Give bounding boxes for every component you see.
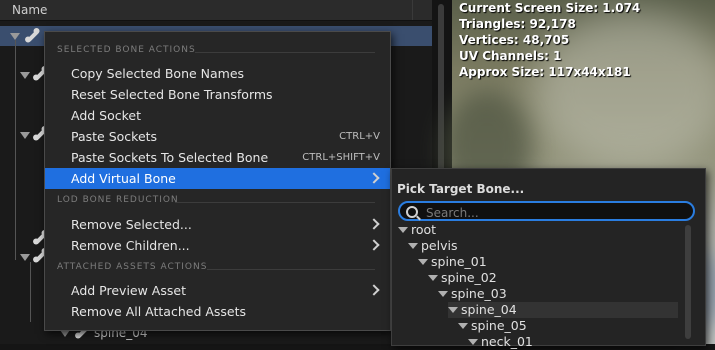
menu-item-paste-sockets[interactable]: Paste Sockets CTRL+V bbox=[45, 126, 390, 147]
bone-row-root[interactable]: root bbox=[398, 222, 678, 238]
menu-item-add-virtual-bone[interactable]: Add Virtual Bone bbox=[45, 168, 390, 189]
stat-screen-size: Current Screen Size: 1.074 bbox=[459, 1, 641, 15]
expand-arrow-icon[interactable] bbox=[20, 132, 30, 139]
stat-uv-channels: UV Channels: 1 bbox=[459, 49, 562, 63]
menu-item-copy-bone-names[interactable]: Copy Selected Bone Names bbox=[45, 63, 390, 84]
expand-arrow-icon[interactable] bbox=[448, 307, 458, 313]
shortcut-label: CTRL+V bbox=[339, 131, 380, 142]
expand-arrow-icon[interactable] bbox=[428, 275, 438, 281]
tree-guide-line bbox=[30, 262, 31, 322]
expand-arrow-icon[interactable] bbox=[418, 259, 428, 265]
submenu-arrow-icon bbox=[368, 284, 380, 296]
stat-approx-size: Approx Size: 117x44x181 bbox=[459, 65, 631, 79]
submenu-arrow-icon bbox=[368, 218, 380, 230]
section-header-selected-bone-actions: SELECTED BONE ACTIONS bbox=[57, 45, 375, 59]
menu-item-add-socket[interactable]: Add Socket bbox=[45, 105, 390, 126]
stat-triangles: Triangles: 92,178 bbox=[459, 17, 576, 31]
expand-arrow-icon[interactable] bbox=[458, 323, 468, 329]
bone-search-box[interactable] bbox=[398, 201, 695, 221]
submenu-arrow-icon bbox=[368, 172, 380, 184]
tree-column-header[interactable]: Name bbox=[0, 0, 432, 21]
menu-item-paste-sockets-to-bone[interactable]: Paste Sockets To Selected Bone CTRL+SHIF… bbox=[45, 147, 390, 168]
bone-icon bbox=[26, 29, 40, 43]
menu-item-reset-bone-transforms[interactable]: Reset Selected Bone Transforms bbox=[45, 84, 390, 105]
menu-item-remove-children[interactable]: Remove Children... bbox=[45, 235, 390, 256]
mesh-stats-overlay: Current Screen Size: 1.074 Triangles: 92… bbox=[459, 0, 640, 80]
tree-guide-line bbox=[15, 40, 16, 260]
bone-row-neck-01[interactable]: neck_01 bbox=[468, 334, 678, 350]
bone-row-spine-01[interactable]: spine_01 bbox=[418, 254, 678, 270]
expand-arrow-icon[interactable] bbox=[20, 72, 30, 79]
menu-item-remove-attached-assets[interactable]: Remove All Attached Assets bbox=[45, 301, 390, 322]
search-icon bbox=[406, 206, 418, 218]
column-separator bbox=[412, 0, 413, 20]
bone-row-spine-03[interactable]: spine_03 bbox=[438, 286, 678, 302]
expand-arrow-icon[interactable] bbox=[10, 33, 20, 40]
bone-row-spine-05[interactable]: spine_05 bbox=[458, 318, 678, 334]
bone-row-pelvis[interactable]: pelvis bbox=[408, 238, 678, 254]
section-header-lod-bone-reduction: LOD BONE REDUCTION bbox=[57, 195, 375, 209]
picker-scrollbar[interactable] bbox=[685, 225, 691, 339]
bone-row-spine-04[interactable]: spine_04 bbox=[448, 302, 678, 318]
pick-target-bone-menu: Pick Target Bone... root pelvis spine_01… bbox=[391, 168, 706, 349]
menu-item-remove-selected[interactable]: Remove Selected... bbox=[45, 214, 390, 235]
bone-row-spine-02[interactable]: spine_02 bbox=[428, 270, 678, 286]
expand-arrow-icon[interactable] bbox=[438, 291, 448, 297]
picker-title: Pick Target Bone... bbox=[397, 182, 525, 196]
expand-arrow-icon[interactable] bbox=[468, 339, 478, 345]
section-header-attached-assets-actions: ATTACHED ASSETS ACTIONS bbox=[57, 262, 375, 276]
submenu-arrow-icon bbox=[368, 239, 380, 251]
bone-context-menu: SELECTED BONE ACTIONS Copy Selected Bone… bbox=[44, 31, 391, 331]
expand-arrow-icon[interactable] bbox=[20, 254, 30, 261]
name-column-label: Name bbox=[12, 3, 48, 17]
shortcut-label: CTRL+SHIFT+V bbox=[302, 152, 380, 163]
stat-vertices: Vertices: 48,705 bbox=[459, 33, 570, 47]
expand-arrow-icon[interactable] bbox=[398, 227, 408, 233]
expand-arrow-icon[interactable] bbox=[60, 330, 70, 337]
bone-search-input[interactable] bbox=[424, 204, 688, 221]
menu-item-add-preview-asset[interactable]: Add Preview Asset bbox=[45, 280, 390, 301]
expand-arrow-icon[interactable] bbox=[408, 243, 418, 249]
